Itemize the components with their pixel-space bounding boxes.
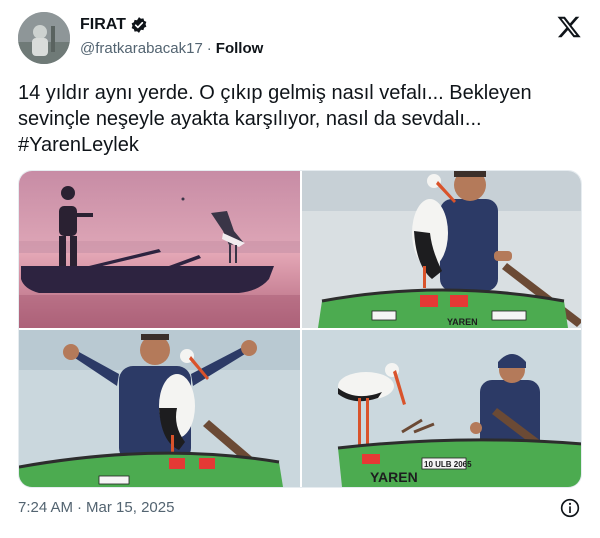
verified-badge-icon [130,16,148,34]
boat-name-text: YAREN [447,317,478,327]
tweet-text-line: 14 yıldır aynı yerde. O çıkıp gelmiş nas… [18,82,532,104]
x-logo-icon[interactable] [556,14,582,40]
photo-stork-on-bow[interactable]: 10 ULB 2065 YAREN [302,330,581,487]
handle-row: @fratkarabacak17 · Follow [80,40,263,57]
tweet-text: 14 yıldır aynı yerde. O çıkıp gelmiş nas… [18,80,578,158]
display-name[interactable]: FIRAT [80,16,126,34]
time-separator: · [77,499,83,516]
timestamp[interactable]: 7:24 AM · Mar 15, 2025 [18,499,174,516]
handle-separator: · [206,40,212,57]
date: Mar 15, 2025 [86,499,175,516]
handle[interactable]: @fratkarabacak17 [80,40,203,57]
media-grid[interactable]: YAREN 10 ULB 2065 YAREN [18,170,582,488]
boat-plate-text: 10 ULB 2065 [424,460,472,469]
author-name-row: FIRAT [80,16,148,34]
photo-sunset-boat[interactable] [19,171,300,328]
info-icon[interactable] [560,498,580,518]
photo-man-with-stork[interactable]: YAREN [302,171,581,328]
hashtag-link[interactable]: #YarenLeylek [18,132,578,158]
photo-man-open-arms[interactable] [19,330,300,487]
boat-name-text: YAREN [370,469,418,485]
follow-button[interactable]: Follow [216,40,264,57]
time: 7:24 AM [18,499,74,516]
avatar[interactable] [18,12,70,64]
tweet-text-line: sevinçle neşeyle ayakta karşılıyor, nası… [18,108,482,130]
tweet-card: FIRAT @fratkarabacak17 · Follow 14 yıldı… [0,0,600,538]
